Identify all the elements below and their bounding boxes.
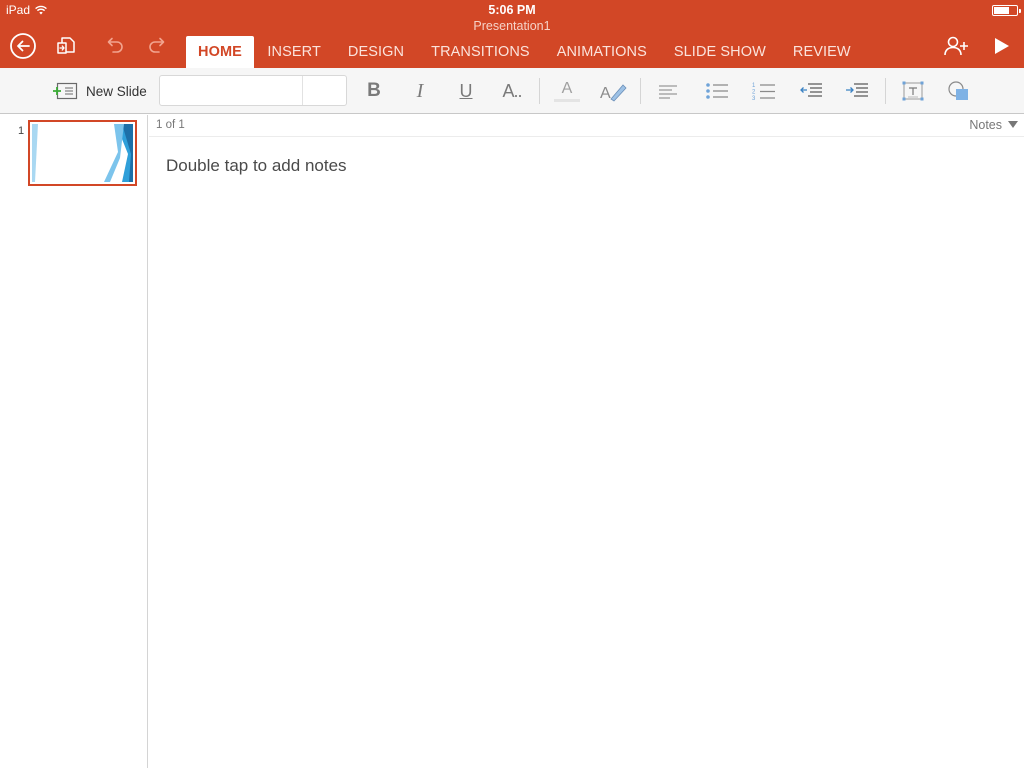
app-header: iPad 5:06 PM Presentation1 HOME INSERT D…	[0, 0, 1024, 68]
undo-button[interactable]	[101, 33, 127, 59]
notes-editor[interactable]: Double tap to add notes	[149, 137, 1024, 768]
slide-thumbnail[interactable]	[28, 120, 137, 186]
numbering-button[interactable]: 1 2 3	[748, 76, 780, 106]
back-arrow-icon	[10, 33, 36, 59]
share-person-icon	[944, 36, 968, 56]
redo-icon	[149, 37, 165, 53]
notes-toggle-button[interactable]: Notes	[969, 118, 1018, 132]
ribbon-separator	[539, 78, 540, 104]
slide-design-graphic	[32, 124, 133, 182]
file-button[interactable]	[54, 33, 80, 59]
undo-icon	[107, 37, 123, 53]
share-button[interactable]	[940, 32, 972, 60]
svg-text:2: 2	[752, 90, 756, 96]
tab-insert[interactable]: INSERT	[254, 36, 335, 68]
underline-button[interactable]: U	[450, 76, 482, 106]
tab-review[interactable]: REVIEW	[779, 36, 864, 68]
tab-home[interactable]: HOME	[186, 36, 254, 68]
play-slideshow-button[interactable]	[986, 32, 1016, 60]
home-ribbon: New Slide B I U A.. A A 1 2 3	[0, 68, 1024, 114]
increase-indent-button[interactable]	[841, 76, 873, 106]
highlight-button[interactable]: A	[597, 76, 629, 106]
increase-indent-icon	[846, 83, 868, 97]
notes-placeholder: Double tap to add notes	[166, 156, 347, 175]
text-effects-icon: A..	[502, 80, 522, 101]
italic-button[interactable]: I	[404, 76, 436, 106]
shapes-icon	[948, 81, 968, 100]
slide-number: 1	[18, 125, 25, 137]
file-menu-icon	[57, 37, 75, 54]
decrease-indent-button[interactable]	[795, 76, 827, 106]
font-selector	[159, 75, 347, 106]
decrease-indent-icon	[800, 83, 822, 97]
italic-icon: I	[416, 79, 424, 102]
align-left-button[interactable]	[652, 76, 684, 106]
shapes-button[interactable]	[943, 76, 975, 106]
back-button[interactable]	[8, 31, 38, 61]
redo-button[interactable]	[145, 33, 171, 59]
status-time: 5:06 PM	[488, 3, 536, 17]
underline-icon: U	[459, 80, 473, 101]
text-box-button[interactable]	[897, 76, 929, 106]
tab-slide-show[interactable]: SLIDE SHOW	[660, 36, 779, 68]
notes-toggle-label: Notes	[969, 118, 1002, 132]
text-effects-button[interactable]: A..	[496, 76, 528, 106]
align-left-icon	[659, 85, 677, 99]
bullets-button[interactable]	[701, 76, 733, 106]
new-slide-label: New Slide	[86, 83, 147, 99]
tab-animations[interactable]: ANIMATIONS	[543, 36, 660, 68]
notes-header-bar: 1 of 1 Notes	[149, 115, 1024, 137]
bullets-icon	[706, 83, 728, 99]
font-size-field[interactable]	[303, 76, 346, 105]
slide-thumbnail-pane: 1	[0, 115, 148, 768]
bold-icon: B	[367, 80, 381, 101]
play-slideshow-icon	[995, 38, 1009, 54]
new-slide-button[interactable]: New Slide	[52, 79, 147, 103]
ribbon-separator	[885, 78, 886, 104]
svg-text:3: 3	[752, 96, 756, 101]
new-slide-icon	[53, 82, 78, 100]
slide-thumbnail-preview	[32, 124, 133, 182]
tab-transitions[interactable]: TRANSITIONS	[418, 36, 544, 68]
svg-text:A: A	[600, 85, 611, 102]
tab-design[interactable]: DESIGN	[334, 36, 417, 68]
ribbon-tabs: HOME INSERT DESIGN TRANSITIONS ANIMATION…	[186, 36, 864, 68]
battery-icon	[992, 5, 1021, 16]
font-color-button[interactable]: A	[551, 76, 583, 106]
ribbon-separator	[640, 78, 641, 104]
numbering-icon: 1 2 3	[752, 83, 775, 101]
text-box-icon	[902, 81, 924, 101]
highlighter-icon: A	[600, 84, 627, 102]
font-color-icon: A	[554, 80, 580, 102]
bold-button[interactable]: B	[358, 76, 390, 106]
document-title: Presentation1	[473, 19, 551, 33]
slide-counter: 1 of 1	[156, 119, 185, 131]
svg-text:1: 1	[752, 83, 756, 89]
chevron-down-icon	[1008, 121, 1018, 128]
font-name-field[interactable]	[160, 76, 303, 105]
